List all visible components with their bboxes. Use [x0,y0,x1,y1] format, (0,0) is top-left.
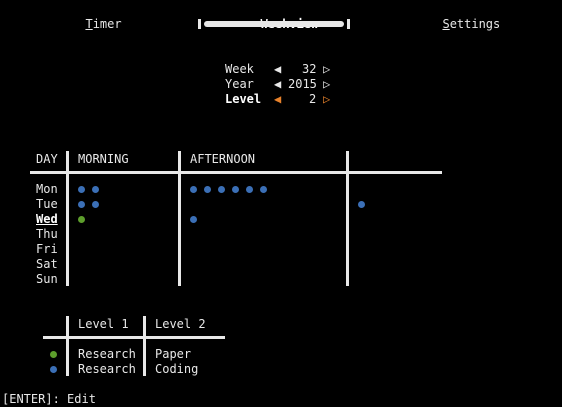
tab-timer-label: imer [92,17,122,31]
day-label-thu: Thu [36,227,58,241]
legend-dot-blue [50,366,57,373]
tab-settings-label: ettings [449,17,501,31]
tab-settings[interactable]: Settings [428,2,500,32]
day-label-mon: Mon [36,182,58,196]
year-label: Year [225,77,254,91]
grid-divider-afternoon [346,151,349,286]
entry-dot [78,216,85,223]
entry-dot [78,186,85,193]
tab-timer-hotkey: T [85,17,93,31]
day-label-fri: Fri [36,242,58,256]
legend-row2-level1: Research [78,362,136,376]
day-label-tue: Tue [36,197,58,211]
header-day: DAY [36,152,58,166]
legend-divider-1 [66,316,69,376]
week-next-icon[interactable]: ▷ [323,62,330,77]
tab-timer[interactable]: Timer [71,2,122,32]
day-label-sat: Sat [36,257,58,271]
entry-dot [218,186,225,193]
header-afternoon: AFTERNOON [190,152,256,166]
entry-dot [260,186,267,193]
grid-header-divider [30,171,442,174]
day-label-wed: Wed [36,212,58,226]
legend-row1-level1: Research [78,347,136,361]
level-label: Level [225,92,262,106]
week-label: Week [225,62,254,76]
level-next-icon[interactable]: ▷ [323,92,330,107]
day-label-sun: Sun [36,272,58,286]
legend-divider-2 [143,316,146,376]
year-value: 2015 [288,77,317,91]
level-prev-icon[interactable]: ◀ [274,92,281,107]
legend-dot-green [50,351,57,358]
entry-dot [190,216,197,223]
entry-dot [358,201,365,208]
entry-dot [232,186,239,193]
entry-dot [204,186,211,193]
active-tab-indicator [198,19,350,29]
grid-divider-day [66,151,69,286]
entry-dot [190,186,197,193]
footer-hint: [ENTER]: Edit [2,392,96,406]
legend-header-level2: Level 2 [155,317,206,331]
header-morning: MORNING [78,152,129,166]
grid-divider-morning [178,151,181,286]
week-value: 32 [302,62,317,76]
legend-row1-level2: Paper [155,347,192,361]
legend-header-level1: Level 1 [78,317,129,331]
year-prev-icon[interactable]: ◀ [274,77,281,92]
entry-dot [92,201,99,208]
year-next-icon[interactable]: ▷ [323,77,330,92]
week-prev-icon[interactable]: ◀ [274,62,281,77]
entry-dot [78,201,85,208]
legend-header-divider [43,336,225,339]
tab-settings-hotkey: S [442,17,450,31]
level-value: 2 [309,92,317,106]
legend-row2-level2: Coding [155,362,199,376]
entry-dot [246,186,253,193]
entry-dot [92,186,99,193]
